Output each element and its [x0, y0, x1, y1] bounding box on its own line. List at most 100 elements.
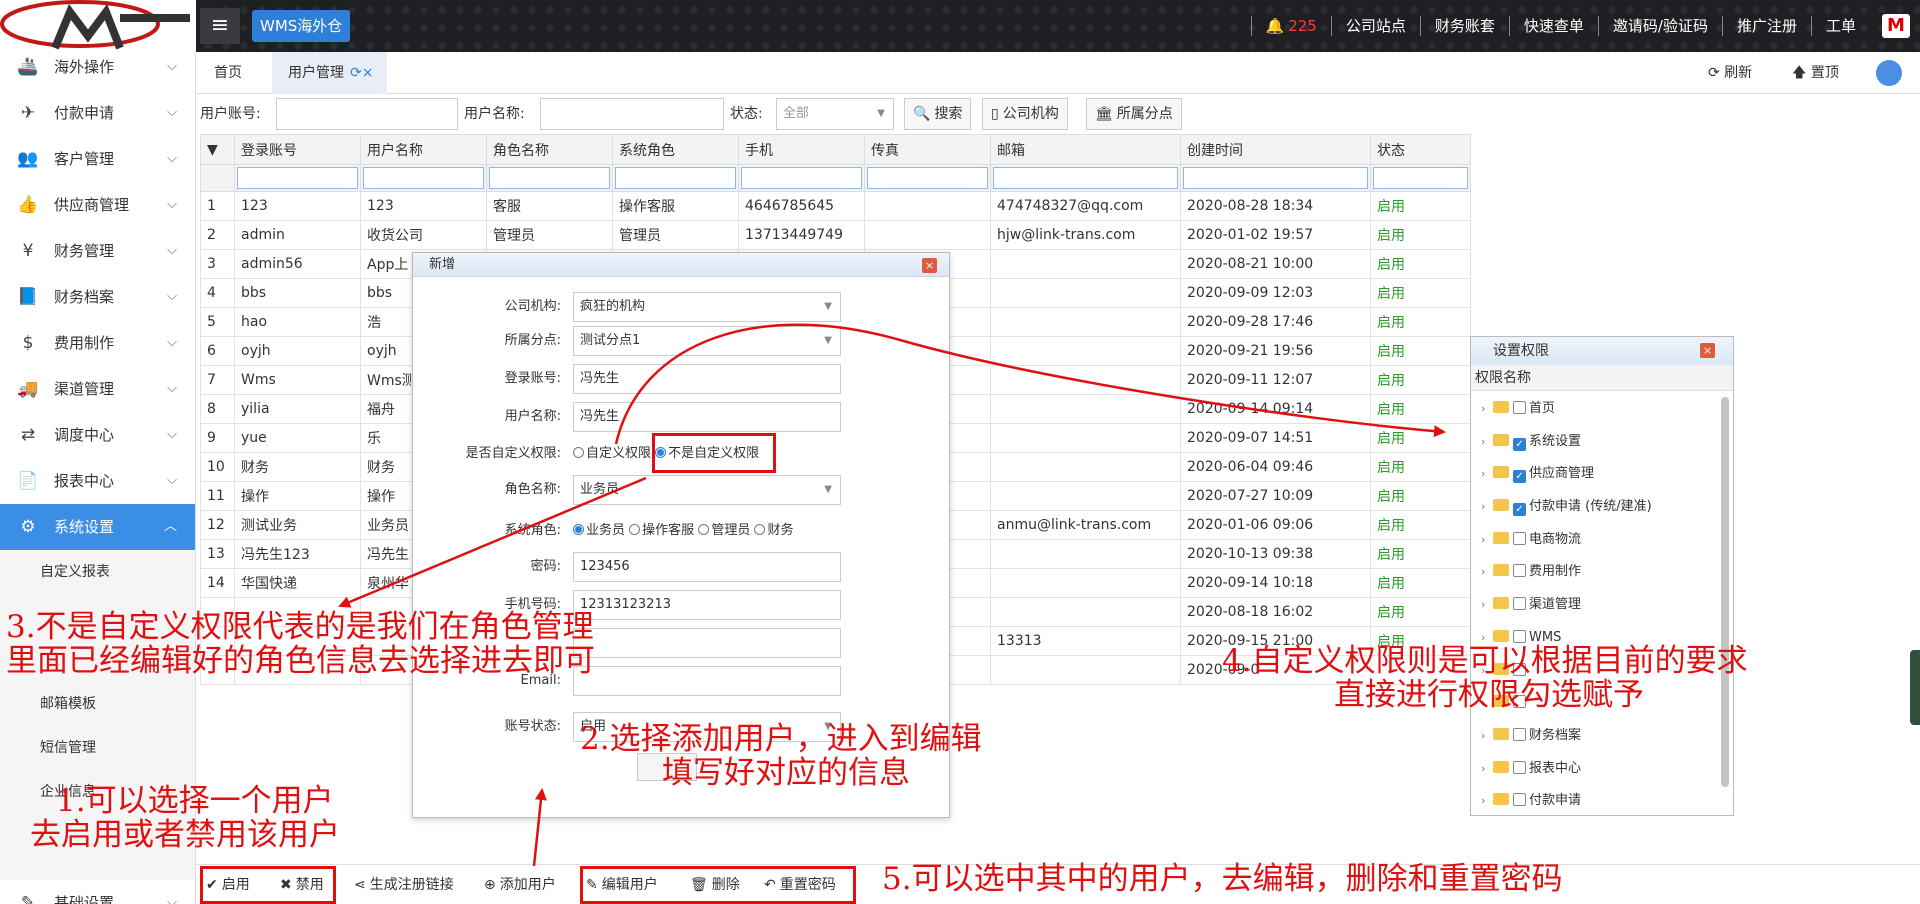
checkbox-checked-icon[interactable]: ✓ [1513, 437, 1526, 451]
expand-icon[interactable]: › [1481, 556, 1493, 589]
filter-cell[interactable] [486, 164, 613, 192]
col-login-account[interactable]: 登录账号 [234, 134, 361, 165]
refresh-button[interactable]: ⟳ 刷新 [1708, 52, 1752, 94]
sidebar-item-fees[interactable]: $ 费用制作 ⌵ [0, 320, 195, 366]
expand-icon[interactable]: › [1481, 491, 1493, 524]
table-row[interactable]: 2 admin 收货公司 管理员 管理员 13713449749 hjw@link-tran… [200, 220, 1471, 250]
checkbox-icon[interactable] [1513, 760, 1526, 774]
email-input[interactable] [573, 666, 841, 696]
checkbox-icon[interactable] [1513, 727, 1526, 741]
close-icon[interactable]: × [922, 258, 937, 273]
checkbox-checked-icon[interactable]: ✓ [1513, 470, 1526, 484]
side-widget[interactable] [1910, 650, 1920, 725]
checkbox-icon[interactable] [1513, 629, 1526, 643]
permission-row[interactable]: › 财务档案 [1471, 720, 1721, 753]
reload-icon[interactable]: ⟳ [350, 65, 362, 81]
filter-cell[interactable] [990, 164, 1181, 192]
permission-row[interactable]: › ✓ 付款申请 (传统/建准) [1471, 491, 1721, 524]
sidebar-item-customers[interactable]: 👥 客户管理 ⌵ [0, 136, 195, 182]
sidebar-item-finance[interactable]: ¥ 财务管理 ⌵ [0, 228, 195, 274]
col-user-name[interactable]: 用户名称 [360, 134, 487, 165]
tab-home[interactable]: 首页 [214, 52, 242, 94]
expand-icon[interactable]: › [1481, 720, 1493, 753]
close-icon[interactable]: × [362, 65, 374, 81]
branch-select[interactable]: 测试分点1 ▼ [573, 326, 841, 356]
user-name-input[interactable]: 冯先生 [573, 402, 841, 432]
sidebar-sub-email-template[interactable]: 邮箱模板 [0, 682, 195, 726]
menu-toggle-icon[interactable]: ≡ [200, 8, 240, 44]
sysrole-ops[interactable]: 操作客服 [629, 523, 694, 538]
status-select[interactable]: 全部 ▼ [776, 98, 894, 130]
sidebar-item-overseas-ops[interactable]: 🚢 海外操作 ⌵ [0, 52, 195, 90]
checkbox-checked-icon[interactable]: ✓ [1513, 503, 1526, 517]
expand-icon[interactable]: › [1481, 393, 1493, 426]
filter-cell[interactable] [1370, 164, 1471, 192]
nav-company-site[interactable]: 公司站点 [1330, 16, 1420, 36]
scrollbar[interactable] [1721, 397, 1729, 787]
expand-icon[interactable]: › [1481, 426, 1493, 459]
checkbox-icon[interactable] [1513, 401, 1526, 414]
filter-cell[interactable] [1180, 164, 1371, 192]
table-row[interactable]: 1 123 123 客服 操作客服 4646785645 474748327@qq.com 2… [200, 191, 1471, 221]
col-phone[interactable]: 手机 [738, 134, 865, 165]
expand-icon[interactable]: › [1481, 753, 1493, 786]
permission-row[interactable]: › 首页 [1471, 393, 1721, 426]
expand-icon[interactable]: › [1481, 785, 1493, 813]
checkbox-icon[interactable] [1513, 564, 1526, 578]
col-system-role[interactable]: 系统角色 [612, 134, 739, 165]
col-role-name[interactable]: 角色名称 [486, 134, 613, 165]
permission-row[interactable]: › 渠道管理 [1471, 589, 1721, 622]
filter-cell[interactable] [360, 164, 487, 192]
name-input[interactable] [540, 98, 724, 130]
filter-cell[interactable] [612, 164, 739, 192]
permission-row[interactable]: › ✓ 系统设置 [1471, 426, 1721, 459]
search-button[interactable]: 🔍 搜索 [904, 98, 972, 130]
permission-row[interactable]: › ✓ 供应商管理 [1471, 458, 1721, 491]
col-status[interactable]: 状态 [1370, 134, 1471, 165]
filter-icon[interactable]: ▼ [200, 134, 235, 165]
tab-user-management[interactable]: 用户管理 ⟳× [272, 52, 388, 94]
nav-finance-books[interactable]: 财务账套 [1419, 16, 1509, 36]
expand-icon[interactable]: › [1481, 524, 1493, 557]
filter-cell[interactable] [234, 164, 361, 192]
alert-bell[interactable]: 🔔 225 [1250, 16, 1331, 36]
nav-invite-code[interactable]: 邀请码/验证码 [1597, 16, 1722, 36]
sidebar-item-suppliers[interactable]: 👍 供应商管理 ⌵ [0, 182, 195, 228]
nav-promo-register[interactable]: 推广注册 [1721, 16, 1811, 36]
permission-row[interactable]: › 费用制作 [1471, 556, 1721, 589]
sidebar-item-dispatch[interactable]: ⇄ 调度中心 ⌵ [0, 412, 195, 458]
account-input[interactable] [276, 98, 458, 130]
sysrole-finance[interactable]: 财务 [754, 523, 793, 538]
permission-row[interactable]: › 报表中心 [1471, 753, 1721, 786]
sidebar-item-system-settings[interactable]: ⚙ 系统设置 ︿ [0, 504, 195, 550]
sidebar-item-payment-request[interactable]: ✈ 付款申请 ⌵ [0, 90, 195, 136]
sidebar-sub-custom-report[interactable]: 自定义报表 [0, 550, 195, 594]
sysrole-sales[interactable]: 业务员 [573, 523, 625, 538]
sysrole-admin[interactable]: 管理员 [698, 523, 750, 538]
filter-cell[interactable] [738, 164, 865, 192]
extra-input[interactable] [573, 628, 841, 658]
custom-perm-yes[interactable]: 自定义权限 [573, 446, 651, 461]
col-email[interactable]: 邮箱 [990, 134, 1181, 165]
col-fax[interactable]: 传真 [864, 134, 991, 165]
role-select[interactable]: 业务员 ▼ [573, 475, 841, 505]
sidebar-item-reports[interactable]: 📄 报表中心 ⌵ [0, 458, 195, 504]
sidebar-item-basic-settings[interactable]: ✎ 基础设置 ⌵ [0, 880, 195, 904]
password-input[interactable]: 123456 [573, 552, 841, 582]
expand-icon[interactable]: › [1481, 458, 1493, 491]
col-created[interactable]: 创建时间 [1180, 134, 1371, 165]
expand-icon[interactable]: › [1481, 589, 1493, 622]
phone-input[interactable]: 12313123213 [573, 590, 841, 620]
pin-top-button[interactable]: 🡅 置顶 [1792, 52, 1839, 94]
nav-quick-lookup[interactable]: 快速查单 [1508, 16, 1598, 36]
company-select[interactable]: 疯狂的机构 ▼ [573, 292, 841, 322]
checkbox-icon[interactable] [1513, 597, 1526, 611]
chat-icon[interactable] [1876, 60, 1902, 86]
checkbox-icon[interactable] [1513, 793, 1526, 807]
user-avatar[interactable]: M [1882, 14, 1910, 38]
checkbox-icon[interactable] [1513, 531, 1526, 545]
company-button[interactable]: ▯ 公司机构 [982, 98, 1068, 130]
sidebar-item-finance-archive[interactable]: 📘 财务档案 ⌵ [0, 274, 195, 320]
add-user-button[interactable]: ⊕ 添加用户 [484, 873, 556, 897]
app-tag-button[interactable]: WMS海外仓 [252, 10, 351, 42]
